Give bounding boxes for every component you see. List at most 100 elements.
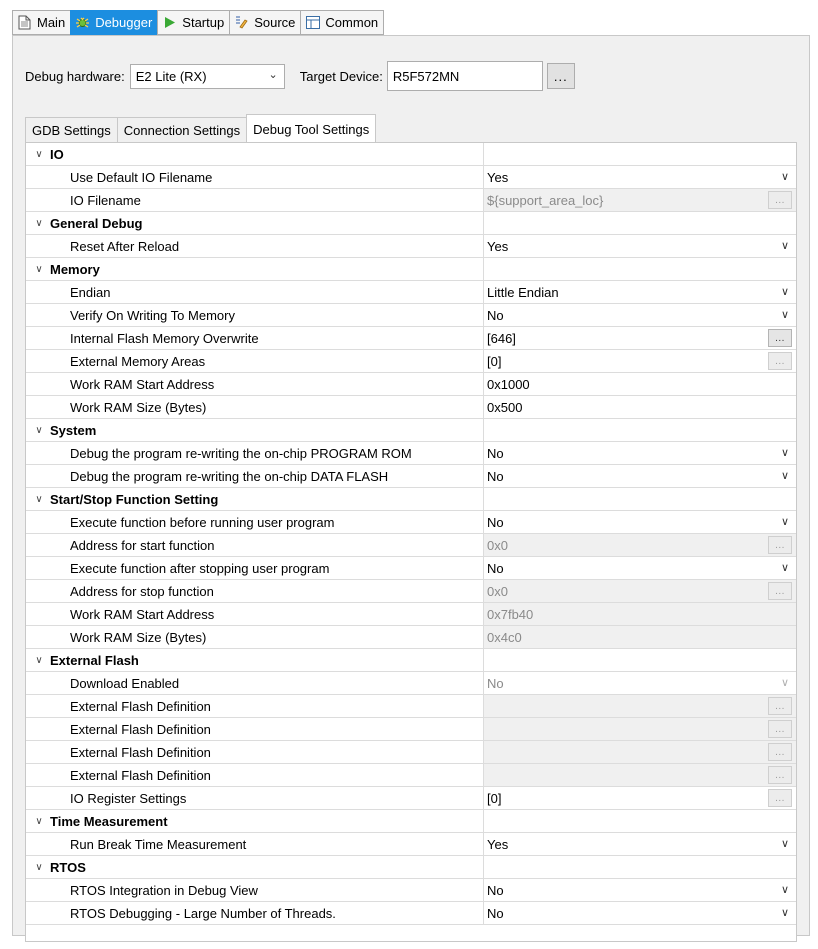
chevron-down-icon[interactable]: ∨: [781, 906, 789, 919]
tree-property-row[interactable]: Address for stop function 0x0...: [26, 580, 796, 603]
tree-property-row[interactable]: RTOS Debugging - Large Number of Threads…: [26, 902, 796, 925]
expand-chevron-icon[interactable]: ∨: [32, 425, 46, 436]
property-value-cell[interactable]: No ∨: [484, 465, 796, 487]
tree-property-row[interactable]: Internal Flash Memory Overwrite [646]...: [26, 327, 796, 350]
property-value-cell[interactable]: Yes ∨: [484, 833, 796, 855]
expand-chevron-icon[interactable]: ∨: [32, 149, 46, 160]
tree-property-row[interactable]: External Flash Definition...: [26, 695, 796, 718]
tree-property-row[interactable]: Reset After Reload Yes ∨: [26, 235, 796, 258]
tree-property-row[interactable]: External Flash Definition...: [26, 718, 796, 741]
ellipsis-browse-button[interactable]: ...: [768, 743, 792, 761]
property-value-cell[interactable]: No ∨: [484, 879, 796, 901]
ellipsis-browse-button[interactable]: ...: [768, 352, 792, 370]
tab-gdb-settings[interactable]: GDB Settings: [25, 117, 117, 143]
tree-property-row[interactable]: Work RAM Start Address 0x1000: [26, 373, 796, 396]
property-value-cell[interactable]: [0]...: [484, 787, 796, 809]
property-value-cell[interactable]: No ∨: [484, 511, 796, 533]
tab-source[interactable]: Source: [229, 10, 301, 35]
chevron-down-icon[interactable]: ∨: [781, 837, 789, 850]
tree-category-row[interactable]: ∨ RTOS: [26, 856, 796, 879]
ellipsis-browse-button[interactable]: ...: [768, 697, 792, 715]
target-device-field[interactable]: R5F572MN: [386, 61, 543, 91]
expand-chevron-icon[interactable]: ∨: [32, 494, 46, 505]
tree-category-row[interactable]: ∨ Start/Stop Function Setting: [26, 488, 796, 511]
property-value-cell[interactable]: ...: [484, 695, 796, 717]
chevron-down-icon[interactable]: ∨: [781, 239, 789, 252]
chevron-down-icon[interactable]: ∨: [781, 446, 789, 459]
property-value-cell[interactable]: No ∨: [484, 304, 796, 326]
tree-property-row[interactable]: Address for start function 0x0...: [26, 534, 796, 557]
tab-connection-settings[interactable]: Connection Settings: [116, 117, 247, 143]
tab-main[interactable]: Main: [12, 10, 71, 35]
property-value-cell[interactable]: No ∨: [484, 442, 796, 464]
property-value-cell[interactable]: Yes ∨: [484, 166, 796, 188]
tree-property-row[interactable]: Work RAM Size (Bytes) 0x500: [26, 396, 796, 419]
chevron-down-icon[interactable]: ∨: [781, 285, 789, 298]
tree-category-row[interactable]: ∨ External Flash: [26, 649, 796, 672]
chevron-down-icon[interactable]: ∨: [781, 561, 789, 574]
tab-startup[interactable]: Startup: [157, 10, 230, 35]
tree-category-row[interactable]: ∨ IO: [26, 143, 796, 166]
expand-chevron-icon[interactable]: ∨: [32, 655, 46, 666]
property-value-cell[interactable]: Little Endian ∨: [484, 281, 796, 303]
ellipsis-browse-button[interactable]: ...: [768, 582, 792, 600]
property-value-cell[interactable]: No ∨: [484, 672, 796, 694]
expand-chevron-icon[interactable]: ∨: [32, 816, 46, 827]
ellipsis-browse-button[interactable]: ...: [768, 720, 792, 738]
target-device-browse-button[interactable]: ...: [546, 63, 575, 89]
property-value-cell[interactable]: [646]...: [484, 327, 796, 349]
tree-category-row[interactable]: ∨ General Debug: [26, 212, 796, 235]
tree-category-row[interactable]: ∨ Time Measurement: [26, 810, 796, 833]
debug-hardware-select[interactable]: E2 Lite (RX) ⌄: [129, 63, 285, 89]
tree-property-row[interactable]: IO Register Settings [0]...: [26, 787, 796, 810]
property-value-cell[interactable]: ...: [484, 741, 796, 763]
chevron-down-icon[interactable]: ∨: [781, 883, 789, 896]
chevron-down-icon[interactable]: ∨: [781, 676, 789, 689]
tree-property-row[interactable]: Work RAM Size (Bytes) 0x4c0: [26, 626, 796, 649]
tree-property-row[interactable]: Download Enabled No ∨: [26, 672, 796, 695]
ellipsis-browse-button[interactable]: ...: [768, 789, 792, 807]
tree-property-row[interactable]: RTOS Integration in Debug View No ∨: [26, 879, 796, 902]
property-value-cell[interactable]: 0x1000: [484, 373, 796, 395]
tree-property-row[interactable]: Verify On Writing To Memory No ∨: [26, 304, 796, 327]
chevron-down-icon[interactable]: ∨: [781, 515, 789, 528]
tree-property-row[interactable]: Run Break Time Measurement Yes ∨: [26, 833, 796, 856]
property-value-cell[interactable]: No ∨: [484, 902, 796, 924]
property-value-cell[interactable]: 0x4c0: [484, 626, 796, 648]
expand-chevron-icon[interactable]: ∨: [32, 218, 46, 229]
tab-debug-tool-settings[interactable]: Debug Tool Settings: [246, 114, 377, 143]
tree-property-row[interactable]: Work RAM Start Address 0x7fb40: [26, 603, 796, 626]
chevron-down-icon[interactable]: ∨: [781, 308, 789, 321]
property-value-cell[interactable]: [0]...: [484, 350, 796, 372]
tree-category-row[interactable]: ∨ Memory: [26, 258, 796, 281]
property-value-cell[interactable]: ${support_area_loc}...: [484, 189, 796, 211]
property-value-cell[interactable]: Yes ∨: [484, 235, 796, 257]
tab-debugger[interactable]: Debugger: [70, 10, 158, 35]
tree-property-row[interactable]: Execute function before running user pro…: [26, 511, 796, 534]
property-value-cell[interactable]: 0x0...: [484, 534, 796, 556]
tree-property-row[interactable]: External Memory Areas [0]...: [26, 350, 796, 373]
property-value-cell[interactable]: ...: [484, 764, 796, 786]
ellipsis-browse-button[interactable]: ...: [768, 536, 792, 554]
tree-property-row[interactable]: External Flash Definition...: [26, 764, 796, 787]
tree-property-row[interactable]: Execute function after stopping user pro…: [26, 557, 796, 580]
property-value-cell[interactable]: 0x500: [484, 396, 796, 418]
tree-property-row[interactable]: Use Default IO Filename Yes ∨: [26, 166, 796, 189]
tree-category-row[interactable]: ∨ System: [26, 419, 796, 442]
property-value-cell[interactable]: 0x7fb40: [484, 603, 796, 625]
property-value-cell[interactable]: ...: [484, 718, 796, 740]
ellipsis-browse-button[interactable]: ...: [768, 191, 792, 209]
tree-property-row[interactable]: Debug the program re-writing the on-chip…: [26, 465, 796, 488]
tree-property-row[interactable]: Debug the program re-writing the on-chip…: [26, 442, 796, 465]
expand-chevron-icon[interactable]: ∨: [32, 264, 46, 275]
tree-property-row[interactable]: IO Filename ${support_area_loc}...: [26, 189, 796, 212]
tree-property-row[interactable]: Endian Little Endian ∨: [26, 281, 796, 304]
chevron-down-icon[interactable]: ∨: [781, 170, 789, 183]
ellipsis-browse-button[interactable]: ...: [768, 329, 792, 347]
tab-common[interactable]: Common: [300, 10, 385, 35]
expand-chevron-icon[interactable]: ∨: [32, 862, 46, 873]
property-value-cell[interactable]: 0x0...: [484, 580, 796, 602]
ellipsis-browse-button[interactable]: ...: [768, 766, 792, 784]
chevron-down-icon[interactable]: ∨: [781, 469, 789, 482]
property-value-cell[interactable]: No ∨: [484, 557, 796, 579]
